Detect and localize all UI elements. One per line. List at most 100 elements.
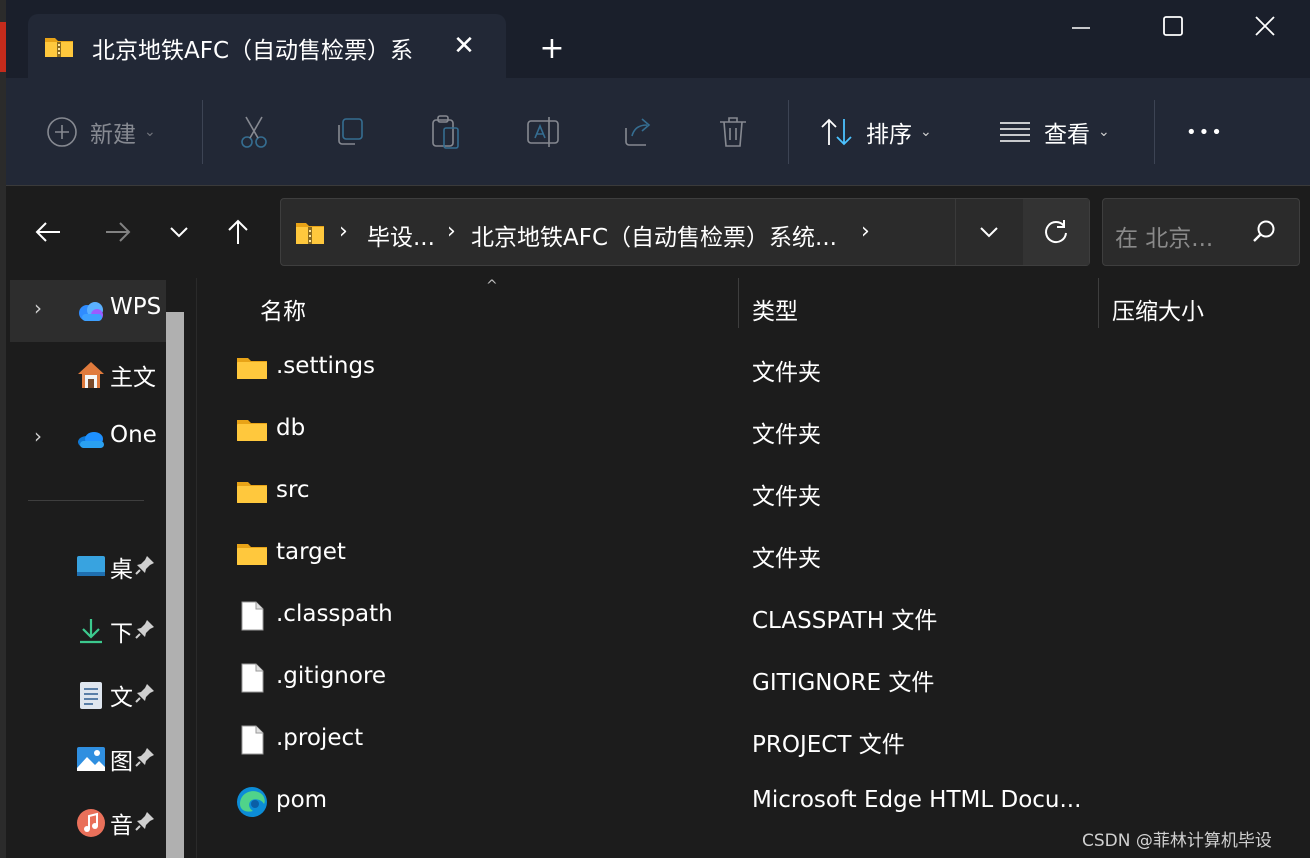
sidebar-item-downloads[interactable]: 下 [10,600,166,662]
share-button[interactable] [622,98,656,166]
list-item[interactable]: db 文件夹 [198,400,1310,462]
desktop-icon [77,556,105,576]
back-button[interactable] [26,210,70,254]
file-list: ^ 名称 类型 压缩大小 .settings 文件夹 db 文件夹 src 文件… [198,278,1310,858]
file-name: pom [276,787,328,813]
sidebar-item-label: 文 [110,685,133,711]
file-type: PROJECT 文件 [752,732,905,758]
list-item[interactable]: pom Microsoft Edge HTML Docu... [198,772,1310,834]
file-type: 文件夹 [752,422,821,448]
sort-icon [821,118,852,146]
search-placeholder: 在 北京... [1115,226,1214,252]
new-button[interactable]: 新建 ⌄ [46,98,156,166]
minimize-icon [1072,27,1090,29]
up-button[interactable] [216,210,260,254]
title-bar: 北京地铁AFC（自动售检票）系 ✕ + [6,0,1310,78]
breadcrumb-separator[interactable]: › [339,219,348,244]
paste-button[interactable] [430,98,462,166]
sidebar-item-onedrive[interactable]: › One [10,408,166,470]
copy-button[interactable] [334,98,366,166]
column-header-name[interactable]: 名称 [260,292,306,326]
chevron-right-icon[interactable]: › [34,424,42,448]
file-name: .project [276,725,364,751]
copy-icon [338,118,363,145]
scissors-icon [241,116,267,148]
refresh-button[interactable] [1023,199,1089,265]
sidebar-item-desktop[interactable]: 桌 [10,536,166,598]
navigation-scrollbar[interactable] [166,312,184,858]
minimize-button[interactable] [1058,4,1104,48]
home-icon [78,362,104,388]
list-item[interactable]: .project PROJECT 文件 [198,710,1310,772]
chevron-down-icon [170,227,188,238]
list-item[interactable]: .classpath CLASSPATH 文件 [198,586,1310,648]
address-bar[interactable]: › 毕设... › 北京地铁AFC（自动售检票）系统... › [280,198,1090,266]
clipboard-icon [432,115,459,149]
list-item[interactable]: .settings 文件夹 [198,338,1310,400]
zip-folder-icon [296,223,324,244]
maximize-button[interactable] [1150,4,1196,48]
sidebar-divider [28,500,144,501]
column-divider[interactable] [738,278,739,328]
breadcrumb-item[interactable]: 北京地铁AFC（自动售检票）系统... [471,218,837,252]
list-item[interactable]: target 文件夹 [198,524,1310,586]
column-header-type[interactable]: 类型 [752,292,798,326]
sort-ascending-icon: ^ [486,278,498,294]
pictures-icon [77,747,105,771]
file-icon [241,725,264,755]
tab-active[interactable]: 北京地铁AFC（自动售检票）系 ✕ [28,14,506,78]
delete-button[interactable] [718,98,748,166]
arrow-right-icon [106,222,131,242]
wps-cloud-icon [79,302,103,321]
close-icon [1255,16,1275,36]
zip-folder-icon [45,38,73,57]
list-item[interactable]: src 文件夹 [198,462,1310,524]
file-name: db [276,415,306,441]
sidebar-item-pictures[interactable]: 图 [10,728,166,790]
scrollbar-track[interactable] [166,278,184,312]
search-input[interactable]: 在 北京... [1102,198,1300,266]
toolbar-separator [788,100,789,164]
sidebar-item-music[interactable]: 音 [10,792,166,854]
pin-icon [135,812,154,831]
recent-locations-button[interactable] [157,210,201,254]
sidebar-item-documents[interactable]: 文 [10,664,166,726]
onedrive-icon [78,432,104,448]
close-window-button[interactable] [1242,4,1288,48]
close-tab-icon[interactable]: ✕ [446,28,482,64]
sort-label: 排序 [866,122,912,148]
chevron-down-icon: ⌄ [1098,124,1110,140]
navigation-pane: › WPS 主文 › One 桌 下 文 图 音 [6,278,166,858]
cut-button[interactable] [238,98,270,166]
toolbar-separator [1154,100,1155,164]
search-icon [1253,220,1275,242]
view-button[interactable]: 查看 ⌄ [998,98,1110,166]
breadcrumb-item[interactable]: 毕设... [367,218,435,252]
list-item[interactable]: .gitignore GITIGNORE 文件 [198,648,1310,710]
trash-icon [720,117,746,147]
pane-divider[interactable] [196,278,197,858]
chevron-right-icon[interactable]: › [34,296,42,320]
sidebar-item-wps[interactable]: › WPS [10,280,166,342]
column-header-size[interactable]: 压缩大小 [1112,292,1204,326]
forward-button[interactable] [96,210,140,254]
view-list-icon [1000,122,1030,142]
command-bar: 新建 ⌄ 排序 ⌄ 查看 ⌄ ••• [6,78,1310,186]
sidebar-item-label: WPS [110,294,162,320]
breadcrumb-separator[interactable]: › [861,219,870,244]
rename-button[interactable] [526,98,560,166]
rename-icon [527,117,559,147]
breadcrumb-separator[interactable]: › [447,219,456,244]
new-tab-button[interactable]: + [532,28,572,68]
more-options-button[interactable]: ••• [1186,98,1224,166]
new-label: 新建 [90,122,136,148]
folder-icon [237,358,267,379]
file-icon [241,601,264,631]
file-type: Microsoft Edge HTML Docu... [752,787,1082,813]
sort-button[interactable]: 排序 ⌄ [820,98,932,166]
pin-icon [135,684,154,703]
column-divider[interactable] [1098,278,1099,328]
address-row: › 毕设... › 北京地铁AFC（自动售检票）系统... › 在 北京... [6,186,1310,278]
address-dropdown-button[interactable] [955,199,1021,265]
sidebar-item-home[interactable]: 主文 [10,344,166,406]
